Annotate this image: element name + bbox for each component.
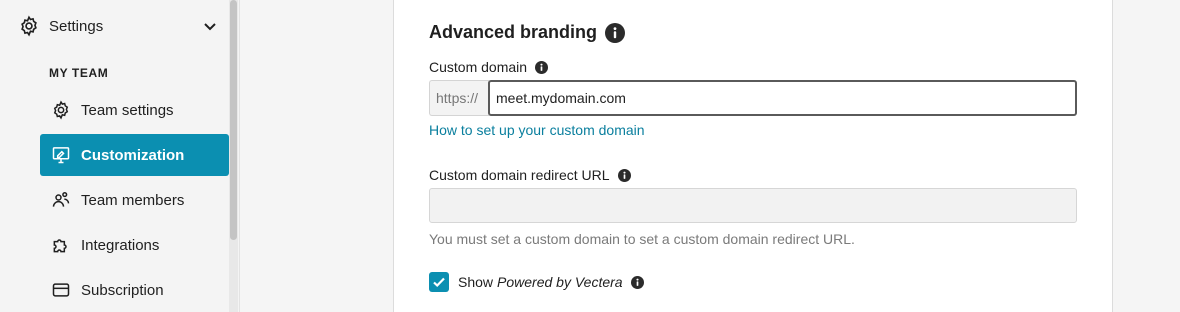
- advanced-branding-title: Advanced branding: [429, 22, 626, 43]
- gear-icon: [21, 15, 37, 37]
- sidebar-item-label: Team members: [81, 191, 185, 209]
- sidebar-item-customization[interactable]: Customization: [40, 134, 229, 176]
- puzzle-icon: [53, 239, 67, 253]
- redirect-url-hint: You must set a custom domain to set a cu…: [429, 231, 855, 247]
- info-icon[interactable]: [605, 22, 626, 43]
- advanced-branding-card: [393, 0, 1113, 312]
- settings-label: Settings: [49, 17, 104, 35]
- sidebar-item-team-members[interactable]: Team members: [40, 179, 229, 221]
- custom-domain-label-text: Custom domain: [429, 59, 528, 75]
- sidebar-item-label: Team settings: [81, 101, 174, 119]
- section-heading-my-team: MY TEAM: [49, 66, 109, 80]
- redirect-url-input[interactable]: [429, 188, 1077, 223]
- settings-menu-toggle[interactable]: Settings: [18, 12, 218, 40]
- sidebar-item-label: Subscription: [81, 281, 164, 299]
- url-prefix: https://: [429, 80, 489, 116]
- advanced-branding-title-text: Advanced branding: [429, 22, 598, 42]
- custom-domain-label: Custom domain: [429, 59, 549, 75]
- sidebar-item-integrations[interactable]: Integrations: [40, 224, 229, 266]
- info-icon[interactable]: [630, 275, 644, 289]
- monitor-brush-icon: [52, 147, 70, 164]
- powered-by-checkbox[interactable]: [429, 272, 449, 292]
- sidebar-item-team-settings[interactable]: Team settings: [40, 89, 229, 131]
- chevron-down-icon: [204, 23, 216, 31]
- sidebar-scrollbar[interactable]: [229, 0, 238, 312]
- sidebar-scroll-thumb[interactable]: [230, 0, 237, 240]
- people-icon: [52, 191, 70, 207]
- sidebar-item-subscription[interactable]: Subscription: [40, 269, 229, 311]
- redirect-url-label-text: Custom domain redirect URL: [429, 167, 610, 183]
- custom-domain-help-link[interactable]: How to set up your custom domain: [429, 122, 645, 138]
- custom-domain-input[interactable]: [488, 80, 1077, 116]
- sidebar-item-label: Customization: [81, 146, 185, 164]
- checkmark-icon: [433, 277, 445, 288]
- gear-icon: [53, 100, 69, 120]
- powered-by-brand: Powered by Vectera: [497, 274, 623, 290]
- info-icon[interactable]: [617, 168, 631, 182]
- sidebar: Settings MY TEAM Team settings Customiza…: [0, 0, 240, 312]
- redirect-url-label: Custom domain redirect URL: [429, 167, 631, 183]
- powered-by-option[interactable]: Show Powered by Vectera: [429, 272, 644, 292]
- info-icon[interactable]: [535, 60, 549, 74]
- powered-by-prefix: Show: [458, 274, 494, 290]
- credit-card-icon: [52, 283, 70, 297]
- sidebar-item-label: Integrations: [81, 236, 160, 254]
